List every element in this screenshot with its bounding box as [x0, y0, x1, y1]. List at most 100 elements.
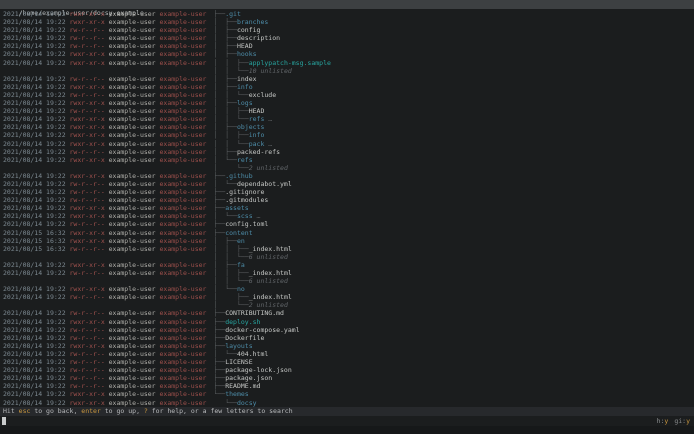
branch-lines: ├──: [213, 228, 226, 237]
tree-row[interactable]: 2021/08/14 19:22 rwxr-xr-x example-user exa…: [3, 115, 694, 123]
tree-row[interactable]: │ │ └──6 unlisted: [3, 253, 694, 261]
tree-row[interactable]: 2021/08/14 19:22 rw-r--r-- example-user exa…: [3, 188, 694, 196]
tree-row[interactable]: 2021/08/14 19:22 rw-r--r-- example-user exa…: [3, 91, 694, 99]
owner: example-user: [108, 236, 156, 245]
tree-row[interactable]: 2021/08/15 16:32 rwxr-xr-x example-user exa…: [3, 237, 694, 245]
modified-date: 2021/08/14 19:22: [3, 260, 66, 269]
tree-row[interactable]: 2021/08/14 19:22 rwxr-xr-x example-user exa…: [3, 261, 694, 269]
tree-row[interactable]: 2021/08/14 19:22 rw-r--r-- example-user exa…: [3, 326, 694, 334]
tree-row[interactable]: 2021/08/14 19:22 rwxr-xr-x example-user exa…: [3, 156, 694, 164]
modified-date: 2021/08/14 19:22: [3, 131, 66, 140]
tree-branch: ├──docker-compose.yaml: [213, 326, 299, 334]
modified-date: 2021/08/15 16:32: [3, 236, 66, 245]
tree-row[interactable]: │ │ └──10 unlisted: [3, 67, 694, 75]
tree-row[interactable]: 2021/08/14 19:22 rw-r--r-- example-user exa…: [3, 334, 694, 342]
permissions: rw-r--r--: [69, 179, 105, 188]
permissions: rw-r--r--: [69, 358, 105, 367]
tree-row[interactable]: 2021/08/14 19:22 rwxr-xr-x example-user exa…: [3, 123, 694, 131]
group: example-user: [159, 285, 207, 294]
tree-row[interactable]: 2021/08/14 19:22 rw-r--r-- example-user exa…: [3, 42, 694, 50]
tree-branch: ├──package-lock.json: [213, 366, 291, 374]
owner: example-user: [108, 341, 156, 350]
tree-row[interactable]: 2021/08/14 19:22 rw-r--r-- example-user exa…: [3, 107, 694, 115]
file-metadata: 2021/08/15 16:32 rwxr-xr-x example-user exa…: [3, 237, 206, 245]
tree-branch: │ │ └──exclude: [213, 91, 276, 99]
group: example-user: [159, 374, 207, 383]
tree-row[interactable]: 2021/08/14 19:22 rwxr-xr-x example-user exa…: [3, 59, 694, 67]
tree-row[interactable]: 2021/08/14 19:22 rw-r--r-- example-user exa…: [3, 180, 694, 188]
tree-row[interactable]: 2021/08/14 19:22 rw-r--r-- example-user exa…: [3, 358, 694, 366]
owner: example-user: [108, 26, 156, 35]
tree-row[interactable]: 2021/08/14 19:22 rwxr-xr-x example-user exa…: [3, 99, 694, 107]
tree-row[interactable]: 2021/08/14 19:22 rwxr-xr-x example-user exa…: [3, 10, 694, 18]
tree-row[interactable]: 2021/08/14 19:22 rw-r--r-- example-user exa…: [3, 293, 694, 301]
tree-row[interactable]: │ │ └──6 unlisted: [3, 277, 694, 285]
entry-name: hooks: [236, 50, 257, 59]
tree-branch: ├──content: [213, 229, 252, 237]
modified-date: 2021/08/14 19:22: [3, 358, 66, 367]
owner: example-user: [108, 42, 156, 51]
tree-row[interactable]: 2021/08/14 19:22 rw-r--r-- example-user exa…: [3, 196, 694, 204]
permissions: rw-r--r--: [69, 325, 105, 334]
tree-row[interactable]: 2021/08/14 19:22 rw-r--r-- example-user exa…: [3, 75, 694, 83]
tree-row[interactable]: 2021/08/14 19:22 rw-r--r-- example-user exa…: [3, 309, 694, 317]
owner: example-user: [108, 155, 156, 164]
branch-lines: │ │ └──: [213, 115, 249, 124]
tree-row[interactable]: 2021/08/14 19:22 rwxr-xr-x example-user exa…: [3, 399, 694, 407]
tree-row[interactable]: 2021/08/15 16:32 rw-r--r-- example-user exa…: [3, 245, 694, 253]
tree-row[interactable]: 2021/08/14 19:22 rw-r--r-- example-user exa…: [3, 366, 694, 374]
tree-row[interactable]: 2021/08/14 19:22 rwxr-xr-x example-user exa…: [3, 18, 694, 26]
tree-row[interactable]: 2021/08/14 19:22 rwxr-xr-x example-user exa…: [3, 131, 694, 139]
file-metadata: 2021/08/14 19:22 rwxr-xr-x example-user exa…: [3, 59, 206, 67]
tree-row[interactable]: 2021/08/14 19:22 rw-r--r-- example-user exa…: [3, 269, 694, 277]
path-bar[interactable]: /home/example-user/docsy-example: [0, 0, 694, 17]
search-input-line[interactable]: h:y gi:y: [0, 416, 694, 427]
owner: example-user: [108, 358, 156, 367]
tree-row[interactable]: 2021/08/14 19:22 rw-r--r-- example-user exa…: [3, 382, 694, 390]
file-metadata: 2021/08/14 19:22 rw-r--r-- example-user exa…: [3, 366, 206, 374]
branch-lines: │ │ ├──: [213, 131, 249, 140]
group: example-user: [159, 139, 207, 148]
tree-row[interactable]: 2021/08/14 19:22 rw-r--r-- example-user exa…: [3, 34, 694, 42]
tree-row[interactable]: 2021/08/14 19:22 rw-r--r-- example-user exa…: [3, 350, 694, 358]
group: example-user: [159, 349, 207, 358]
tree-row[interactable]: │ └──2 unlisted: [3, 301, 694, 309]
branch-lines: ├──: [213, 171, 226, 180]
tree-row[interactable]: 2021/08/14 19:22 rw-r--r-- example-user exa…: [3, 148, 694, 156]
group: example-user: [159, 82, 207, 91]
group: example-user: [159, 10, 207, 18]
file-metadata: 2021/08/14 19:22 rw-r--r-- example-user exa…: [3, 188, 206, 196]
tree-row[interactable]: 2021/08/14 19:22 rwxr-xr-x example-user exa…: [3, 50, 694, 58]
tree-row[interactable]: 2021/08/14 19:22 rwxr-xr-x example-user exa…: [3, 390, 694, 398]
mode-flags: h:y gi:y: [657, 417, 690, 425]
entry-name: .gitmodules: [225, 196, 269, 205]
modified-date: 2021/08/14 19:22: [3, 18, 66, 27]
tree-row[interactable]: 2021/08/14 19:22 rwxr-xr-x example-user exa…: [3, 285, 694, 293]
branch-lines: │ └──: [213, 301, 249, 310]
text-cursor: [2, 417, 6, 426]
tree-row[interactable]: 2021/08/15 16:32 rwxr-xr-x example-user exa…: [3, 229, 694, 237]
modified-date: 2021/08/14 19:22: [3, 293, 66, 302]
tree-row[interactable]: │ └──2 unlisted: [3, 164, 694, 172]
tree-row[interactable]: 2021/08/14 19:22 rw-r--r-- example-user exa…: [3, 220, 694, 228]
tree-row[interactable]: 2021/08/14 19:22 rwxr-xr-x example-user exa…: [3, 342, 694, 350]
tree-row[interactable]: 2021/08/14 19:22 rwxr-xr-x example-user exa…: [3, 212, 694, 220]
group: example-user: [159, 325, 207, 334]
branch-lines: │ └──: [213, 349, 237, 358]
tree-row[interactable]: 2021/08/14 19:22 rwxr-xr-x example-user exa…: [3, 140, 694, 148]
branch-lines: │ │ └──: [213, 139, 249, 148]
tree-row[interactable]: 2021/08/14 19:22 rwxr-xr-x example-user exa…: [3, 172, 694, 180]
owner: example-user: [108, 10, 156, 18]
entry-name: branches: [236, 18, 269, 27]
group: example-user: [159, 236, 207, 245]
tree-row[interactable]: 2021/08/14 19:22 rwxr-xr-x example-user exa…: [3, 204, 694, 212]
tree-row[interactable]: 2021/08/14 19:22 rwxr-xr-x example-user exa…: [3, 83, 694, 91]
group: example-user: [159, 398, 207, 407]
owner: example-user: [108, 317, 156, 326]
tree-row[interactable]: 2021/08/14 19:22 rw-r--r-- example-user exa…: [3, 374, 694, 382]
modified-date: 2021/08/14 19:22: [3, 196, 66, 205]
tree-branch: │ │ └──10 unlisted: [213, 67, 291, 75]
entry-name: HEAD: [248, 107, 265, 116]
tree-row[interactable]: 2021/08/14 19:22 rw-r--r-- example-user exa…: [3, 26, 694, 34]
tree-row[interactable]: 2021/08/14 19:22 rwxr-xr-x example-user exa…: [3, 318, 694, 326]
